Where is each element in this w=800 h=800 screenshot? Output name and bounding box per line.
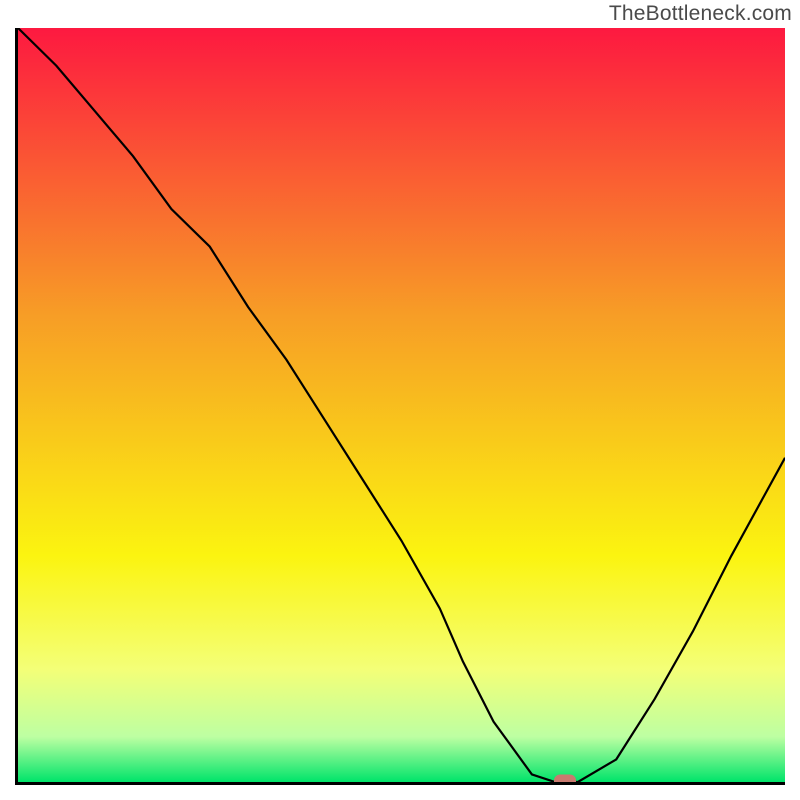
plot-area bbox=[15, 28, 785, 785]
chart-container: TheBottleneck.com bbox=[0, 0, 800, 800]
optimal-point-marker bbox=[554, 775, 576, 786]
watermark-text: TheBottleneck.com bbox=[609, 2, 792, 26]
bottleneck-curve bbox=[18, 28, 785, 782]
